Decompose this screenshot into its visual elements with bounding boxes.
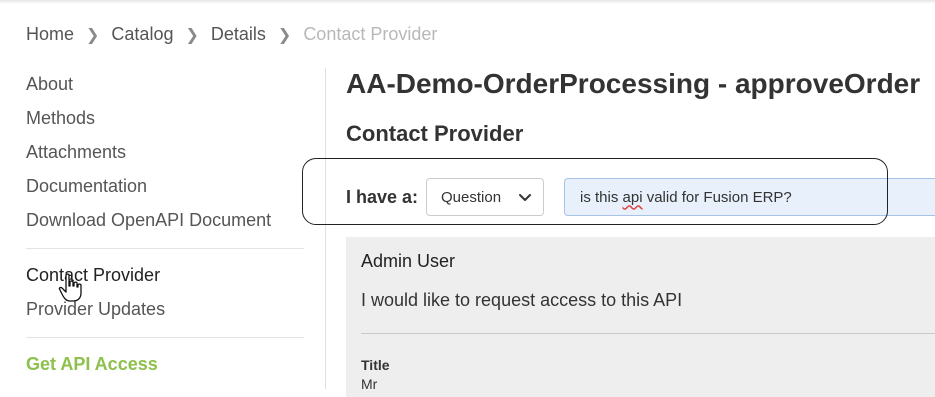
message-card: Admin User I would like to request acces… <box>346 237 935 397</box>
sidebar-divider <box>26 337 304 338</box>
chevron-right-icon: ❯ <box>86 26 100 44</box>
chevron-right-icon: ❯ <box>277 26 292 44</box>
request-type-label: I have a: <box>346 187 419 207</box>
subject-text-prefix: is this <box>580 188 623 206</box>
get-api-access-link[interactable]: Get API Access <box>26 350 304 384</box>
sidebar-item-documentation[interactable]: Documentation <box>26 172 304 206</box>
section-title: Contact Provider <box>346 121 524 146</box>
main-content: AA-Demo-OrderProcessing - approveOrder C… <box>346 0 935 397</box>
page-title: AA-Demo-OrderProcessing - approveOrder <box>346 68 921 99</box>
request-type-value: Question <box>441 188 502 206</box>
subject-text-misspelled: api <box>622 188 643 206</box>
sidebar-item-attachments[interactable]: Attachments <box>26 138 304 172</box>
breadcrumb-home[interactable]: Home <box>26 24 74 45</box>
request-type-select[interactable]: Question <box>426 178 544 216</box>
sidebar-item-methods[interactable]: Methods <box>26 104 304 138</box>
message-divider <box>361 333 935 334</box>
sidebar: About Methods Attachments Documentation … <box>26 70 304 384</box>
hand-cursor-icon <box>58 273 82 302</box>
chevron-down-icon <box>519 194 531 201</box>
subject-text-suffix: valid for Fusion ERP? <box>642 188 792 206</box>
subject-input[interactable]: is this api valid for Fusion ERP? <box>564 178 935 216</box>
sidebar-divider <box>26 248 304 249</box>
breadcrumb-details[interactable]: Details <box>211 24 266 45</box>
content-divider <box>325 68 326 389</box>
message-body: I would like to request access to this A… <box>361 290 683 310</box>
sidebar-item-about[interactable]: About <box>26 70 304 104</box>
title-field-value: Mr <box>361 376 378 392</box>
sidebar-item-download-openapi[interactable]: Download OpenAPI Document <box>26 206 304 240</box>
message-author: Admin User <box>361 251 456 271</box>
chevron-right-icon: ❯ <box>185 26 199 44</box>
breadcrumb-catalog[interactable]: Catalog <box>111 24 173 45</box>
title-field-label: Title <box>361 357 390 373</box>
